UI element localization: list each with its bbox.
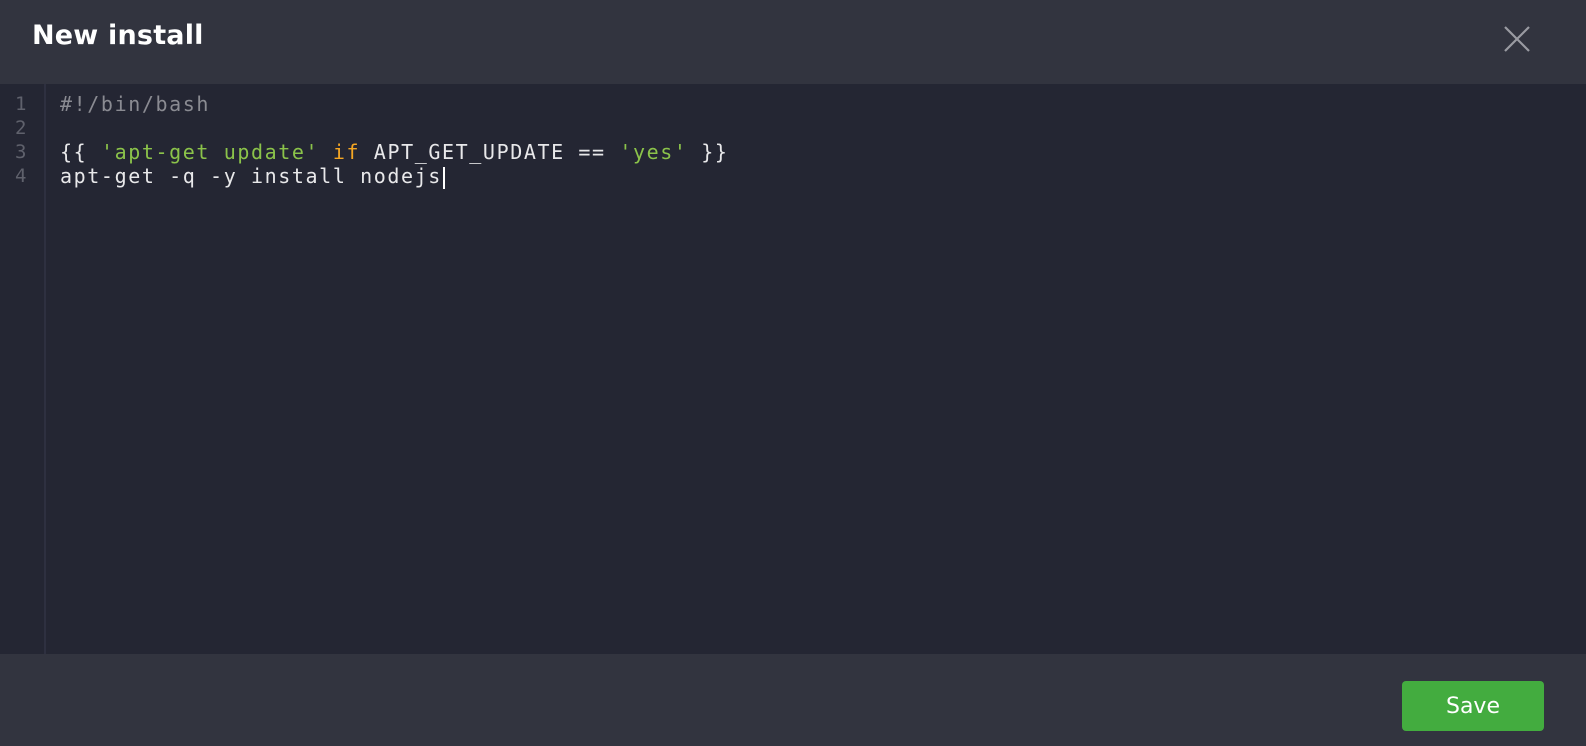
code-token-plain: apt-get -q -y install nodejs bbox=[60, 164, 442, 188]
line-number-gutter: 1234 bbox=[0, 84, 46, 654]
line-number: 3 bbox=[15, 141, 27, 163]
new-install-modal: New install 1234 #!/bin/bash {{ 'apt-get … bbox=[0, 0, 1586, 746]
modal-header: New install bbox=[0, 0, 1586, 84]
code-token-string: 'apt-get update' bbox=[100, 140, 320, 164]
code-token-comment: #!/bin/bash bbox=[60, 92, 211, 116]
modal-title: New install bbox=[32, 20, 204, 51]
code-line: {{ 'apt-get update' if APT_GET_UPDATE ==… bbox=[60, 140, 1586, 164]
code-token-plain: {{ bbox=[60, 140, 101, 164]
line-number: 4 bbox=[15, 165, 27, 187]
code-token-string: 'yes' bbox=[619, 140, 688, 164]
close-button[interactable] bbox=[1502, 24, 1532, 54]
close-icon bbox=[1502, 24, 1532, 54]
line-number: 1 bbox=[15, 93, 27, 115]
modal-footer: Save bbox=[0, 654, 1586, 746]
code-token-keyword: if bbox=[332, 140, 361, 164]
code-line: #!/bin/bash bbox=[60, 92, 1586, 116]
line-number: 2 bbox=[15, 117, 27, 139]
code-token-plain: APT_GET_UPDATE == bbox=[360, 140, 620, 164]
save-button[interactable]: Save bbox=[1402, 681, 1544, 731]
code-line: apt-get -q -y install nodejs bbox=[60, 164, 1586, 189]
code-editor[interactable]: 1234 #!/bin/bash {{ 'apt-get update' if A… bbox=[0, 84, 1586, 654]
text-cursor bbox=[442, 166, 445, 189]
code-token-plain: }} bbox=[687, 140, 729, 164]
code-input[interactable]: #!/bin/bash {{ 'apt-get update' if APT_GE… bbox=[46, 84, 1586, 654]
